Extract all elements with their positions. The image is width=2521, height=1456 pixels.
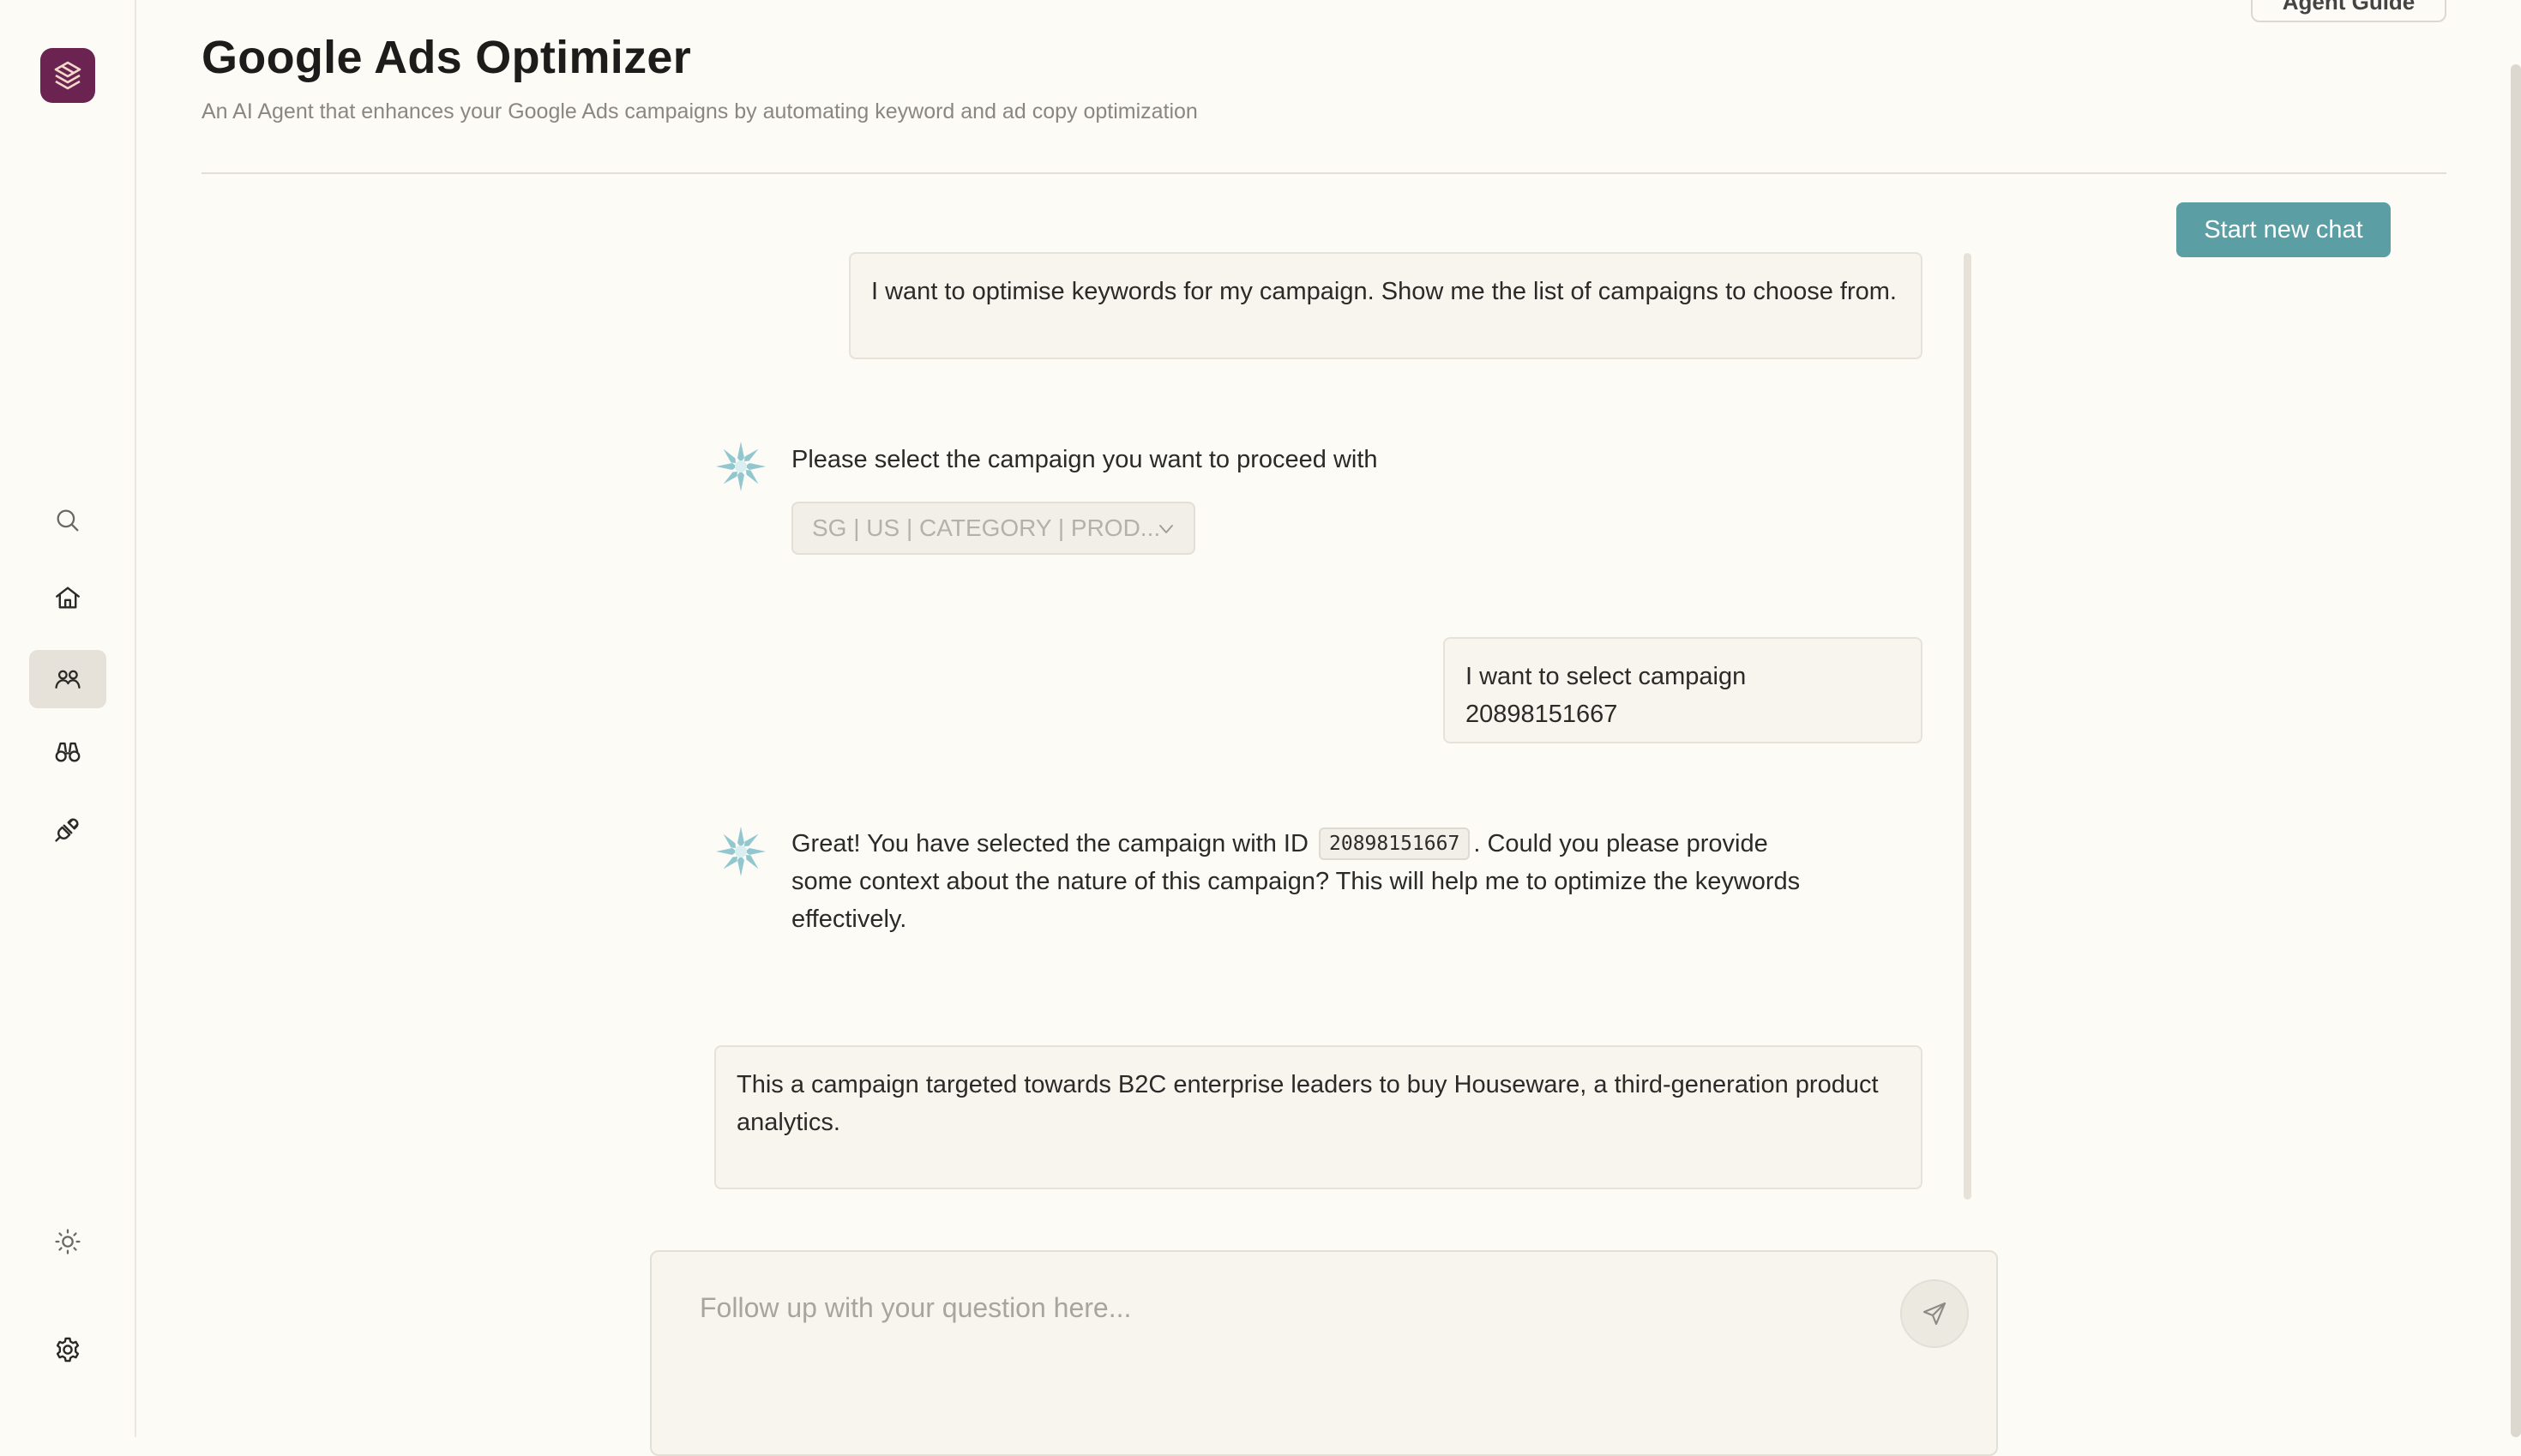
- campaign-select-value: SG | US | CATEGORY | PROD...: [812, 514, 1161, 541]
- user-message-text: I want to optimise keywords for my campa…: [871, 278, 1897, 305]
- sidebar-item-home[interactable]: [29, 569, 106, 627]
- page-scrollbar[interactable]: [2511, 64, 2521, 1437]
- assistant-message-text: Great! You have selected the campaign wi…: [791, 825, 1803, 938]
- start-new-chat-button[interactable]: Start new chat: [2176, 202, 2391, 257]
- chat-scrollbar[interactable]: [1964, 253, 1971, 1200]
- user-message-text: I want to select campaign 20898151667: [1465, 663, 1747, 728]
- user-message: I want to select campaign 20898151667: [1443, 637, 1922, 743]
- send-icon: [1922, 1302, 1946, 1326]
- campaign-select[interactable]: SG | US | CATEGORY | PROD...: [791, 502, 1195, 555]
- user-message-text: This a campaign targeted towards B2C ent…: [737, 1071, 1879, 1136]
- page-title: Google Ads Optimizer: [202, 32, 692, 83]
- agents-icon: [55, 670, 81, 689]
- search-icon: [57, 509, 79, 532]
- logo-icon: [54, 61, 81, 90]
- sidebar-item-agents[interactable]: [29, 650, 106, 708]
- home-icon: [56, 587, 80, 609]
- composer: [650, 1250, 1998, 1456]
- follow-up-input[interactable]: [698, 1286, 1898, 1329]
- header-divider: [202, 172, 2446, 174]
- sidebar-item-explore[interactable]: [29, 723, 106, 781]
- campaign-id-code: 20898151667: [1319, 827, 1471, 860]
- assistant-avatar-icon: [716, 442, 766, 491]
- sidebar-item-settings[interactable]: [29, 1321, 106, 1379]
- binoculars-icon: [55, 742, 81, 762]
- sidebar: [0, 0, 136, 1437]
- chevron-down-icon: [1159, 525, 1173, 533]
- assistant-message-text: Please select the campaign you want to p…: [791, 446, 1378, 473]
- user-message: I want to optimise keywords for my campa…: [849, 252, 1922, 359]
- page-subtitle: An AI Agent that enhances your Google Ad…: [202, 99, 1198, 123]
- sidebar-item-search[interactable]: [29, 491, 106, 550]
- user-message: This a campaign targeted towards B2C ent…: [714, 1045, 1922, 1189]
- app-logo[interactable]: [40, 48, 95, 103]
- plug-icon: [55, 818, 79, 842]
- agent-guide-button[interactable]: Agent Guide: [2251, 0, 2446, 22]
- gear-icon: [56, 1337, 80, 1363]
- assistant-avatar-icon: [716, 827, 766, 876]
- assistant-message-text-before: Great! You have selected the campaign wi…: [791, 830, 1309, 857]
- sidebar-item-integrations[interactable]: [29, 800, 106, 858]
- sun-icon: [55, 1229, 81, 1254]
- send-button[interactable]: [1900, 1279, 1969, 1348]
- sidebar-item-theme[interactable]: [29, 1212, 106, 1271]
